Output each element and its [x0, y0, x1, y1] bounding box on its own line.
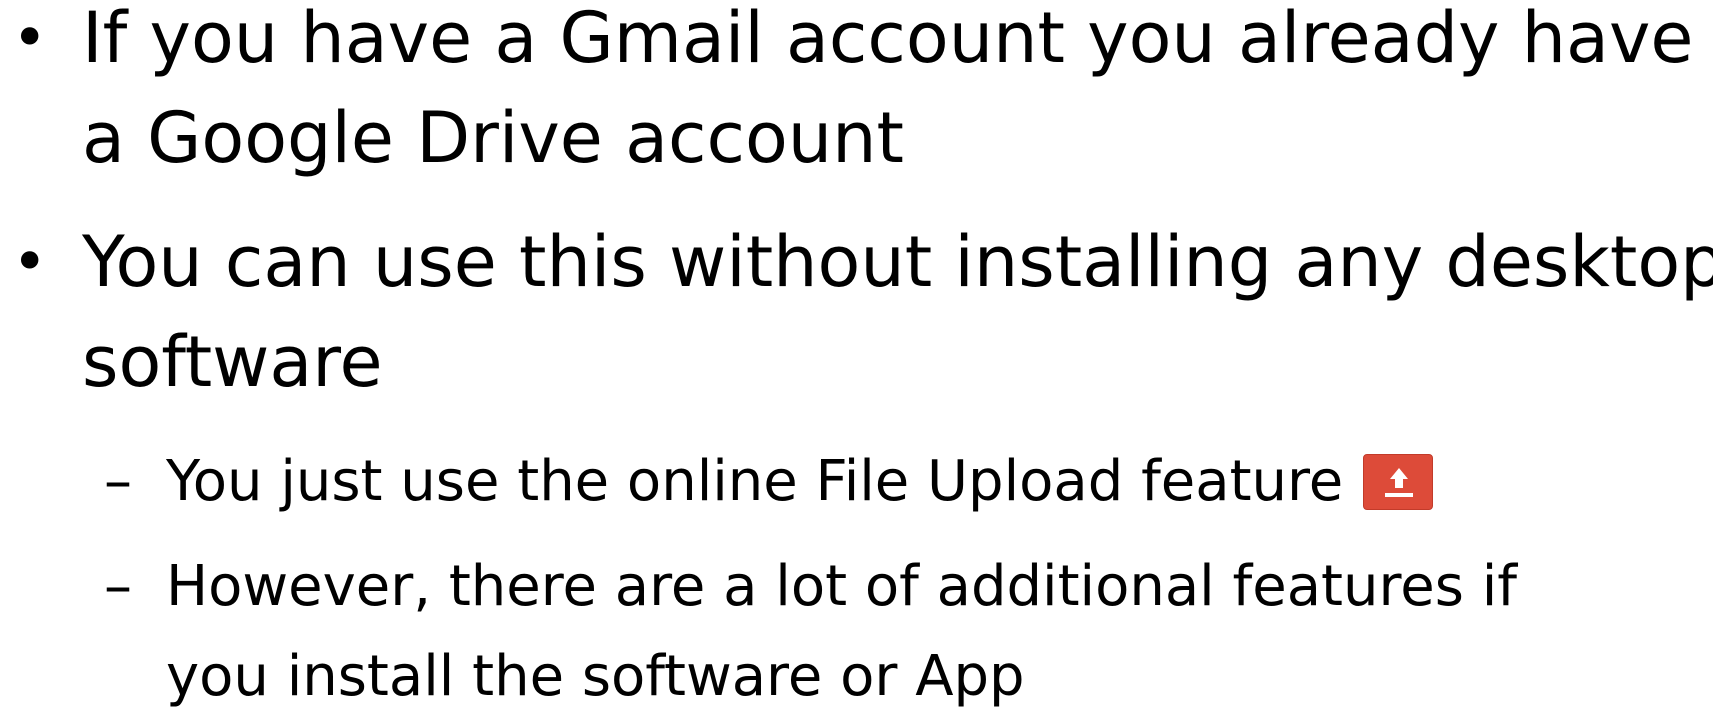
subbullet-text: You just use the online File Upload feat… [166, 437, 1434, 527]
slide: • If you have a Gmail account you alread… [0, 0, 1713, 711]
subbullet-text: However, there are a lot of additional f… [166, 542, 1517, 722]
bullet-text: If you have a Gmail account you already … [82, 0, 1693, 188]
subbullet-line: However, there are a lot of additional f… [166, 554, 1517, 619]
subbullet-line: You just use the online File Upload feat… [166, 449, 1344, 514]
bullet-line: You can use this without installing any … [82, 221, 1713, 303]
bullet-line: a Google Drive account [82, 97, 904, 179]
upload-icon [1363, 454, 1434, 510]
bullet-line: software [82, 321, 383, 403]
subbullet-line: you install the software or App [166, 644, 1025, 709]
bullet-line: If you have a Gmail account you already … [82, 0, 1694, 79]
subbullet-marker: – [104, 554, 132, 619]
bullet-marker: • [12, 3, 48, 73]
subbullet-marker: – [104, 449, 132, 514]
bullet-marker: • [12, 227, 48, 297]
bullet-text: You can use this without installing any … [82, 212, 1713, 412]
